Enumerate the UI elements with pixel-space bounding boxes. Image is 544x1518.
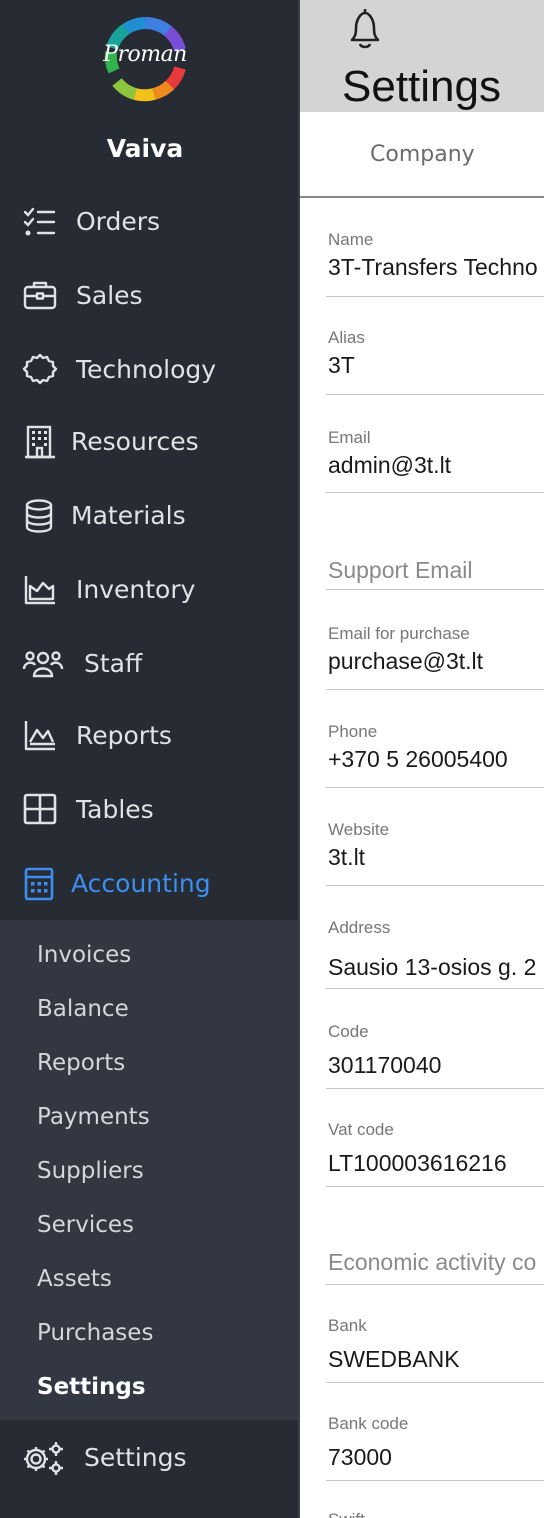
submenu-item-payments[interactable]: Payments — [37, 1104, 150, 1130]
field-underline — [326, 1480, 544, 1481]
field-label: Email — [328, 428, 371, 447]
field-underline — [326, 1186, 544, 1187]
field-value[interactable]: LT100003616216 — [328, 1150, 507, 1177]
field-placeholder[interactable]: Economic activity co — [328, 1249, 536, 1276]
field-underline — [326, 689, 544, 690]
table-icon — [22, 792, 58, 828]
field-label: Swift — [328, 1510, 365, 1518]
top-bar: Settings — [300, 0, 544, 112]
building-icon — [22, 424, 58, 460]
field-value[interactable]: 301170040 — [328, 1052, 441, 1079]
field-value[interactable]: SWEDBANK — [328, 1346, 460, 1373]
proman-logo[interactable]: Proman — [102, 16, 188, 102]
field-underline — [326, 1284, 544, 1285]
calculator-icon — [22, 866, 58, 902]
field-underline — [326, 492, 544, 493]
tab-bar: Company — [300, 112, 544, 198]
submenu-item-purchases[interactable]: Purchases — [37, 1320, 153, 1346]
sidebar-item-label: Staff — [84, 649, 143, 678]
field-underline — [326, 787, 544, 788]
main-content: Settings Company Name 3T-Transfers Techn… — [298, 0, 544, 1518]
gears-icon — [22, 1440, 66, 1476]
field-label: Bank code — [328, 1414, 409, 1433]
field-placeholder[interactable]: Support Email — [328, 557, 472, 584]
submenu-item-balance[interactable]: Balance — [37, 996, 129, 1022]
sidebar-item-label: Technology — [76, 355, 217, 384]
chart-line-icon — [22, 718, 58, 754]
submenu-item-invoices[interactable]: Invoices — [37, 942, 131, 968]
sidebar-item-inventory[interactable]: Inventory — [0, 559, 298, 621]
accounting-submenu: Invoices Balance Reports Payments Suppli… — [0, 920, 298, 1420]
field-value[interactable]: 73000 — [328, 1444, 392, 1471]
field-label: Website — [328, 820, 390, 839]
tab-company[interactable]: Company — [370, 142, 475, 167]
field-value[interactable]: Sausio 13-osios g. 2 — [328, 954, 536, 981]
field-value[interactable]: admin@3t.lt — [328, 452, 451, 479]
sidebar-item-reports[interactable]: Reports — [0, 705, 298, 767]
field-underline — [326, 885, 544, 886]
field-underline — [326, 1088, 544, 1089]
field-underline — [326, 988, 544, 989]
sidebar-item-label: Resources — [71, 427, 199, 456]
sidebar-item-technology[interactable]: Technology — [0, 339, 298, 401]
field-label: Bank — [328, 1316, 367, 1335]
submenu-item-assets[interactable]: Assets — [37, 1266, 112, 1292]
sidebar-item-materials[interactable]: Materials — [0, 485, 298, 547]
field-value[interactable]: 3T-Transfers Techno — [328, 254, 538, 281]
field-label: Phone — [328, 722, 378, 741]
submenu-item-suppliers[interactable]: Suppliers — [37, 1158, 144, 1184]
sidebar: Proman Vaiva Orders Sales Technology Res… — [0, 0, 298, 1518]
sidebar-item-label: Sales — [76, 281, 143, 310]
submenu-item-services[interactable]: Services — [37, 1212, 134, 1238]
sidebar-item-label: Tables — [76, 795, 154, 824]
bell-icon[interactable] — [344, 6, 386, 50]
field-label: Address — [328, 918, 391, 937]
sidebar-item-accounting[interactable]: Accounting — [0, 853, 298, 915]
field-underline — [326, 394, 544, 395]
gear-outline-icon — [22, 352, 58, 388]
field-label: Alias — [328, 328, 365, 347]
field-value[interactable]: purchase@3t.lt — [328, 648, 483, 675]
field-value[interactable]: 3T — [328, 352, 355, 379]
sidebar-item-staff[interactable]: Staff — [0, 633, 298, 695]
sidebar-item-orders[interactable]: Orders — [0, 191, 298, 253]
sidebar-item-label: Inventory — [76, 575, 196, 604]
field-value[interactable]: 3t.lt — [328, 844, 365, 871]
submenu-item-settings[interactable]: Settings — [37, 1374, 146, 1400]
chart-area-icon — [22, 572, 58, 608]
sidebar-item-label: Settings — [84, 1443, 187, 1472]
logo-text: Proman — [103, 42, 187, 67]
user-name[interactable]: Vaiva — [0, 134, 290, 163]
sidebar-item-label: Materials — [71, 501, 186, 530]
briefcase-icon — [22, 278, 58, 314]
page-title: Settings — [342, 62, 501, 111]
field-label: Vat code — [328, 1120, 394, 1139]
field-label: Code — [328, 1022, 369, 1041]
field-underline — [326, 296, 544, 297]
sidebar-item-label: Reports — [76, 721, 172, 750]
field-value[interactable]: +370 5 26005400 — [328, 746, 508, 773]
list-check-icon — [22, 204, 58, 240]
users-icon — [22, 646, 64, 682]
field-label: Name — [328, 230, 374, 249]
field-label: Email for purchase — [328, 624, 470, 643]
sidebar-item-label: Orders — [76, 207, 161, 236]
field-underline — [326, 589, 544, 590]
sidebar-item-label: Accounting — [71, 869, 211, 898]
field-underline — [326, 1382, 544, 1383]
submenu-item-reports[interactable]: Reports — [37, 1050, 125, 1076]
database-icon — [22, 498, 58, 534]
sidebar-item-sales[interactable]: Sales — [0, 265, 298, 327]
sidebar-item-resources[interactable]: Resources — [0, 411, 298, 473]
sidebar-item-settings[interactable]: Settings — [0, 1427, 298, 1489]
sidebar-item-tables[interactable]: Tables — [0, 779, 298, 841]
